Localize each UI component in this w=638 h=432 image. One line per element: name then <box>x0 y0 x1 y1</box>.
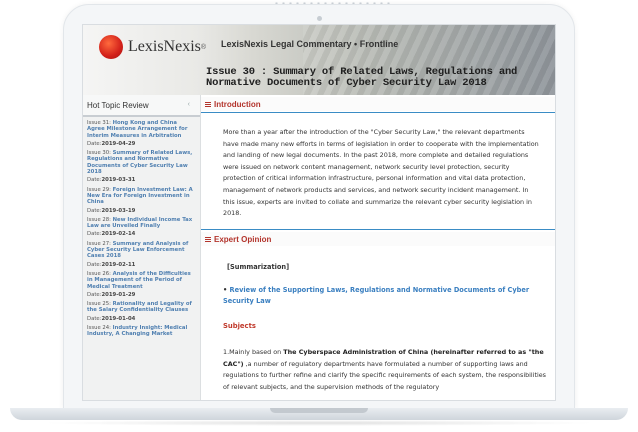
date-label: Date: <box>87 261 102 268</box>
camera-icon <box>317 16 322 21</box>
issue-date: 2019-04-29 <box>101 140 136 147</box>
date-label: Date: <box>87 207 102 214</box>
issue-date: 2019-02-11 <box>101 261 136 268</box>
lexisnexis-logo[interactable]: LexisNexis ® <box>99 35 206 59</box>
issue-number: Issue 31: <box>87 120 113 126</box>
body-rest: ,a number of regulatory departments have… <box>223 359 547 391</box>
section-divider <box>201 229 555 230</box>
review-item: • Review of the Supporting Laws, Regulat… <box>223 285 543 307</box>
laptop-shadow <box>40 420 598 426</box>
collapse-arrow-icon[interactable]: ‹ <box>188 101 190 108</box>
issue-number: Issue 24: <box>87 325 113 332</box>
issue-date: 2019-03-19 <box>101 207 136 214</box>
sidebar-list: Issue 31: Hong Kong and China Agree Mile… <box>83 117 200 338</box>
product-name: LexisNexis Legal Commentary • Frontline <box>221 39 399 49</box>
sidebar-header: Hot Topic Review ‹ <box>83 95 200 117</box>
issue-date: 2019-03-31 <box>101 177 136 184</box>
subjects-heading: Subjects <box>223 322 256 330</box>
sidebar-item-issue-29[interactable]: Issue 29: Foreign Investment Law: A New … <box>87 187 196 214</box>
sidebar-item-issue-27[interactable]: Issue 27: Summary and Analysis of Cyber … <box>87 241 196 268</box>
date-label: Date: <box>87 291 102 298</box>
issue-date: 2019-01-29 <box>101 291 136 298</box>
brand-name: LexisNexis <box>128 38 201 55</box>
section-title: Introduction <box>214 99 261 109</box>
review-link[interactable]: Review of the Supporting Laws, Regulatio… <box>223 286 529 305</box>
issue-number: Issue 25: <box>87 301 113 308</box>
body-prefix: 1.Mainly based on <box>223 348 284 356</box>
date-label: Date: <box>87 177 102 184</box>
laptop-screen: LexisNexis ® LexisNexis Legal Commentary… <box>82 24 556 401</box>
expert-opinion-heading: Expert Opinion <box>201 232 555 246</box>
section-title: Expert Opinion <box>214 234 272 244</box>
sidebar: Hot Topic Review ‹ Issue 31: Hong Kong a… <box>83 95 201 400</box>
issue-date: 2019-02-14 <box>101 231 136 238</box>
page-header: LexisNexis ® LexisNexis Legal Commentary… <box>83 25 555 95</box>
issue-number: Issue 28: <box>87 216 113 223</box>
issue-number: Issue 27: <box>87 240 113 247</box>
brand-trademark: ® <box>200 43 207 51</box>
main-content: Introduction More than a year after the … <box>201 95 555 400</box>
date-label: Date: <box>87 315 102 322</box>
sidebar-item-issue-25[interactable]: Issue 25: Rationality and Legality of th… <box>87 301 196 322</box>
issue-number: Issue 29: <box>87 186 113 193</box>
introduction-heading: Introduction <box>201 97 555 111</box>
section-bars-icon <box>205 236 211 242</box>
sidebar-item-issue-26[interactable]: Issue 26: Analysis of the Difficulties i… <box>87 271 196 298</box>
sidebar-item-issue-30[interactable]: Issue 30: Summary of Related Laws, Regul… <box>87 150 196 183</box>
subjects-text: 1.Mainly based on The Cyberspace Adminis… <box>223 347 547 393</box>
sidebar-item-issue-24[interactable]: Issue 24: Industry Insight: Medical Indu… <box>87 325 196 338</box>
logo-mark-icon <box>99 35 123 59</box>
introduction-text: More than a year after the introduction … <box>223 128 539 218</box>
issue-date: 2019-01-04 <box>101 315 136 322</box>
date-label: Date: <box>87 140 102 147</box>
summarization-label: [Summarization] <box>227 263 290 271</box>
laptop-notch <box>270 408 368 413</box>
issue-number: Issue 30: <box>87 150 113 157</box>
sidebar-item-issue-31[interactable]: Issue 31: Hong Kong and China Agree Mile… <box>87 120 196 147</box>
issue-number: Issue 26: <box>87 270 113 277</box>
page-title: Issue 30 : Summary of Related Laws, Regu… <box>206 66 518 89</box>
section-bars-icon <box>205 101 211 107</box>
section-divider <box>201 112 555 113</box>
bullet: • <box>223 286 228 294</box>
date-label: Date: <box>87 231 102 238</box>
sidebar-item-issue-28[interactable]: Issue 28: New Individual Income Tax Law … <box>87 217 196 238</box>
sidebar-title: Hot Topic Review <box>87 100 149 110</box>
